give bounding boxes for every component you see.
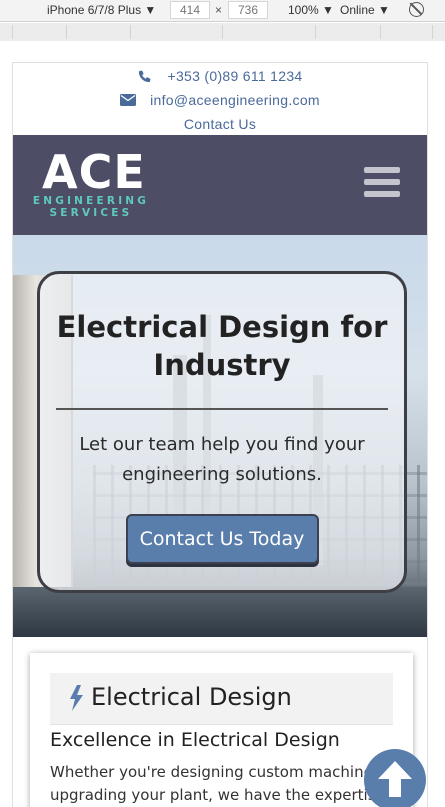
contact-strip: +353 (0)89 611 1234 info@aceengineering.…	[13, 64, 427, 136]
service-description-line: upgrading your plant, we have the expert…	[50, 786, 393, 804]
device-toolbar: iPhone 6/7/8 Plus ▼ 414 × 736 100% ▼ Onl…	[0, 0, 445, 22]
service-description: Whether you're designing custom machiner…	[50, 761, 393, 807]
device-width-input[interactable]: 414	[170, 1, 210, 19]
hero-title: Electrical Design for Industry	[56, 310, 388, 382]
hero-text: Let our team help you find your engineer…	[79, 434, 365, 485]
email-link[interactable]: info@aceengineering.com	[150, 92, 320, 108]
hero-background-ground	[13, 587, 427, 637]
service-description-line: Whether you're designing custom machiner…	[50, 763, 388, 781]
device-viewport: +353 (0)89 611 1234 info@aceengineering.…	[12, 62, 428, 807]
phone-icon	[139, 70, 151, 83]
dimension-separator: ×	[215, 3, 223, 17]
service-card-electrical: Electrical Design Excellence in Electric…	[30, 653, 413, 807]
service-card-header: Electrical Design	[50, 673, 393, 725]
service-subtitle: Excellence in Electrical Design	[50, 729, 340, 751]
scroll-to-top-button[interactable]	[364, 749, 426, 807]
hero-section: Electrical Design for Industry Let our t…	[13, 235, 427, 637]
network-throttle-select[interactable]: Online ▼	[340, 3, 390, 17]
logo-wordmark: ACE	[42, 145, 146, 199]
device-height-input[interactable]: 736	[228, 1, 268, 19]
hero-divider	[56, 408, 388, 410]
rotate-icon[interactable]	[409, 2, 424, 17]
hamburger-menu-icon[interactable]	[364, 167, 402, 203]
phone-number[interactable]: +353 (0)89 611 1234	[167, 68, 302, 84]
bolt-icon	[70, 685, 83, 711]
hero-card: Electrical Design for Industry Let our t…	[37, 271, 407, 593]
logo-tagline-services: SERVICES	[49, 207, 133, 219]
arrow-up-icon	[378, 761, 412, 797]
contact-us-today-button[interactable]: Contact Us Today	[125, 514, 319, 564]
service-title: Electrical Design	[91, 683, 292, 711]
navbar: ACE ENGINEERING SERVICES	[13, 135, 427, 235]
zoom-select[interactable]: 100% ▼	[288, 3, 334, 17]
contact-us-link[interactable]: Contact Us	[184, 116, 256, 132]
logo-tagline-engineering: ENGINEERING	[32, 195, 150, 207]
media-query-ruler	[0, 23, 445, 41]
device-select[interactable]: iPhone 6/7/8 Plus ▼	[47, 3, 156, 17]
envelope-icon	[120, 94, 137, 106]
